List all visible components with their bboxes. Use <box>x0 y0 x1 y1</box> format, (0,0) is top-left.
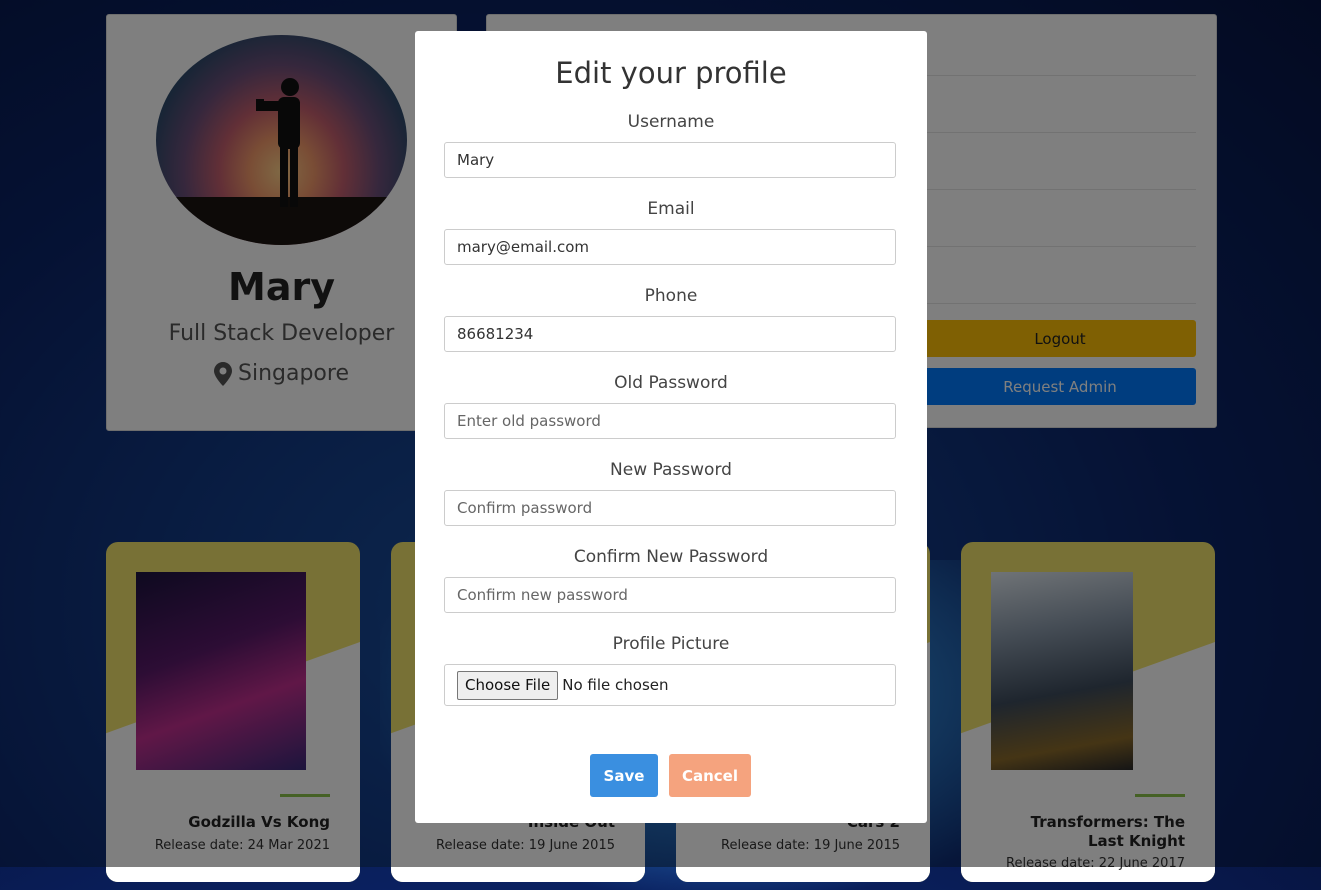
profile-picture-label: Profile Picture <box>612 634 730 654</box>
new-password-label: New Password <box>610 460 732 480</box>
file-status: No file chosen <box>562 676 669 694</box>
username-field[interactable] <box>444 142 896 178</box>
profile-picture-input[interactable]: Choose File No file chosen <box>444 664 896 706</box>
old-password-label: Old Password <box>614 373 728 393</box>
edit-profile-modal: Edit your profile Username Email Phone O… <box>415 31 927 823</box>
save-button[interactable]: Save <box>590 754 658 797</box>
phone-label: Phone <box>644 286 698 306</box>
new-password-field[interactable] <box>444 490 896 526</box>
confirm-password-field[interactable] <box>444 577 896 613</box>
cancel-button[interactable]: Cancel <box>669 754 751 797</box>
email-field[interactable] <box>444 229 896 265</box>
username-label: Username <box>627 112 715 132</box>
email-label: Email <box>647 199 695 219</box>
confirm-password-label: Confirm New Password <box>573 547 769 567</box>
choose-file-button[interactable]: Choose File <box>457 670 559 700</box>
modal-title: Edit your profile <box>555 56 787 90</box>
old-password-field[interactable] <box>444 403 896 439</box>
phone-field[interactable] <box>444 316 896 352</box>
